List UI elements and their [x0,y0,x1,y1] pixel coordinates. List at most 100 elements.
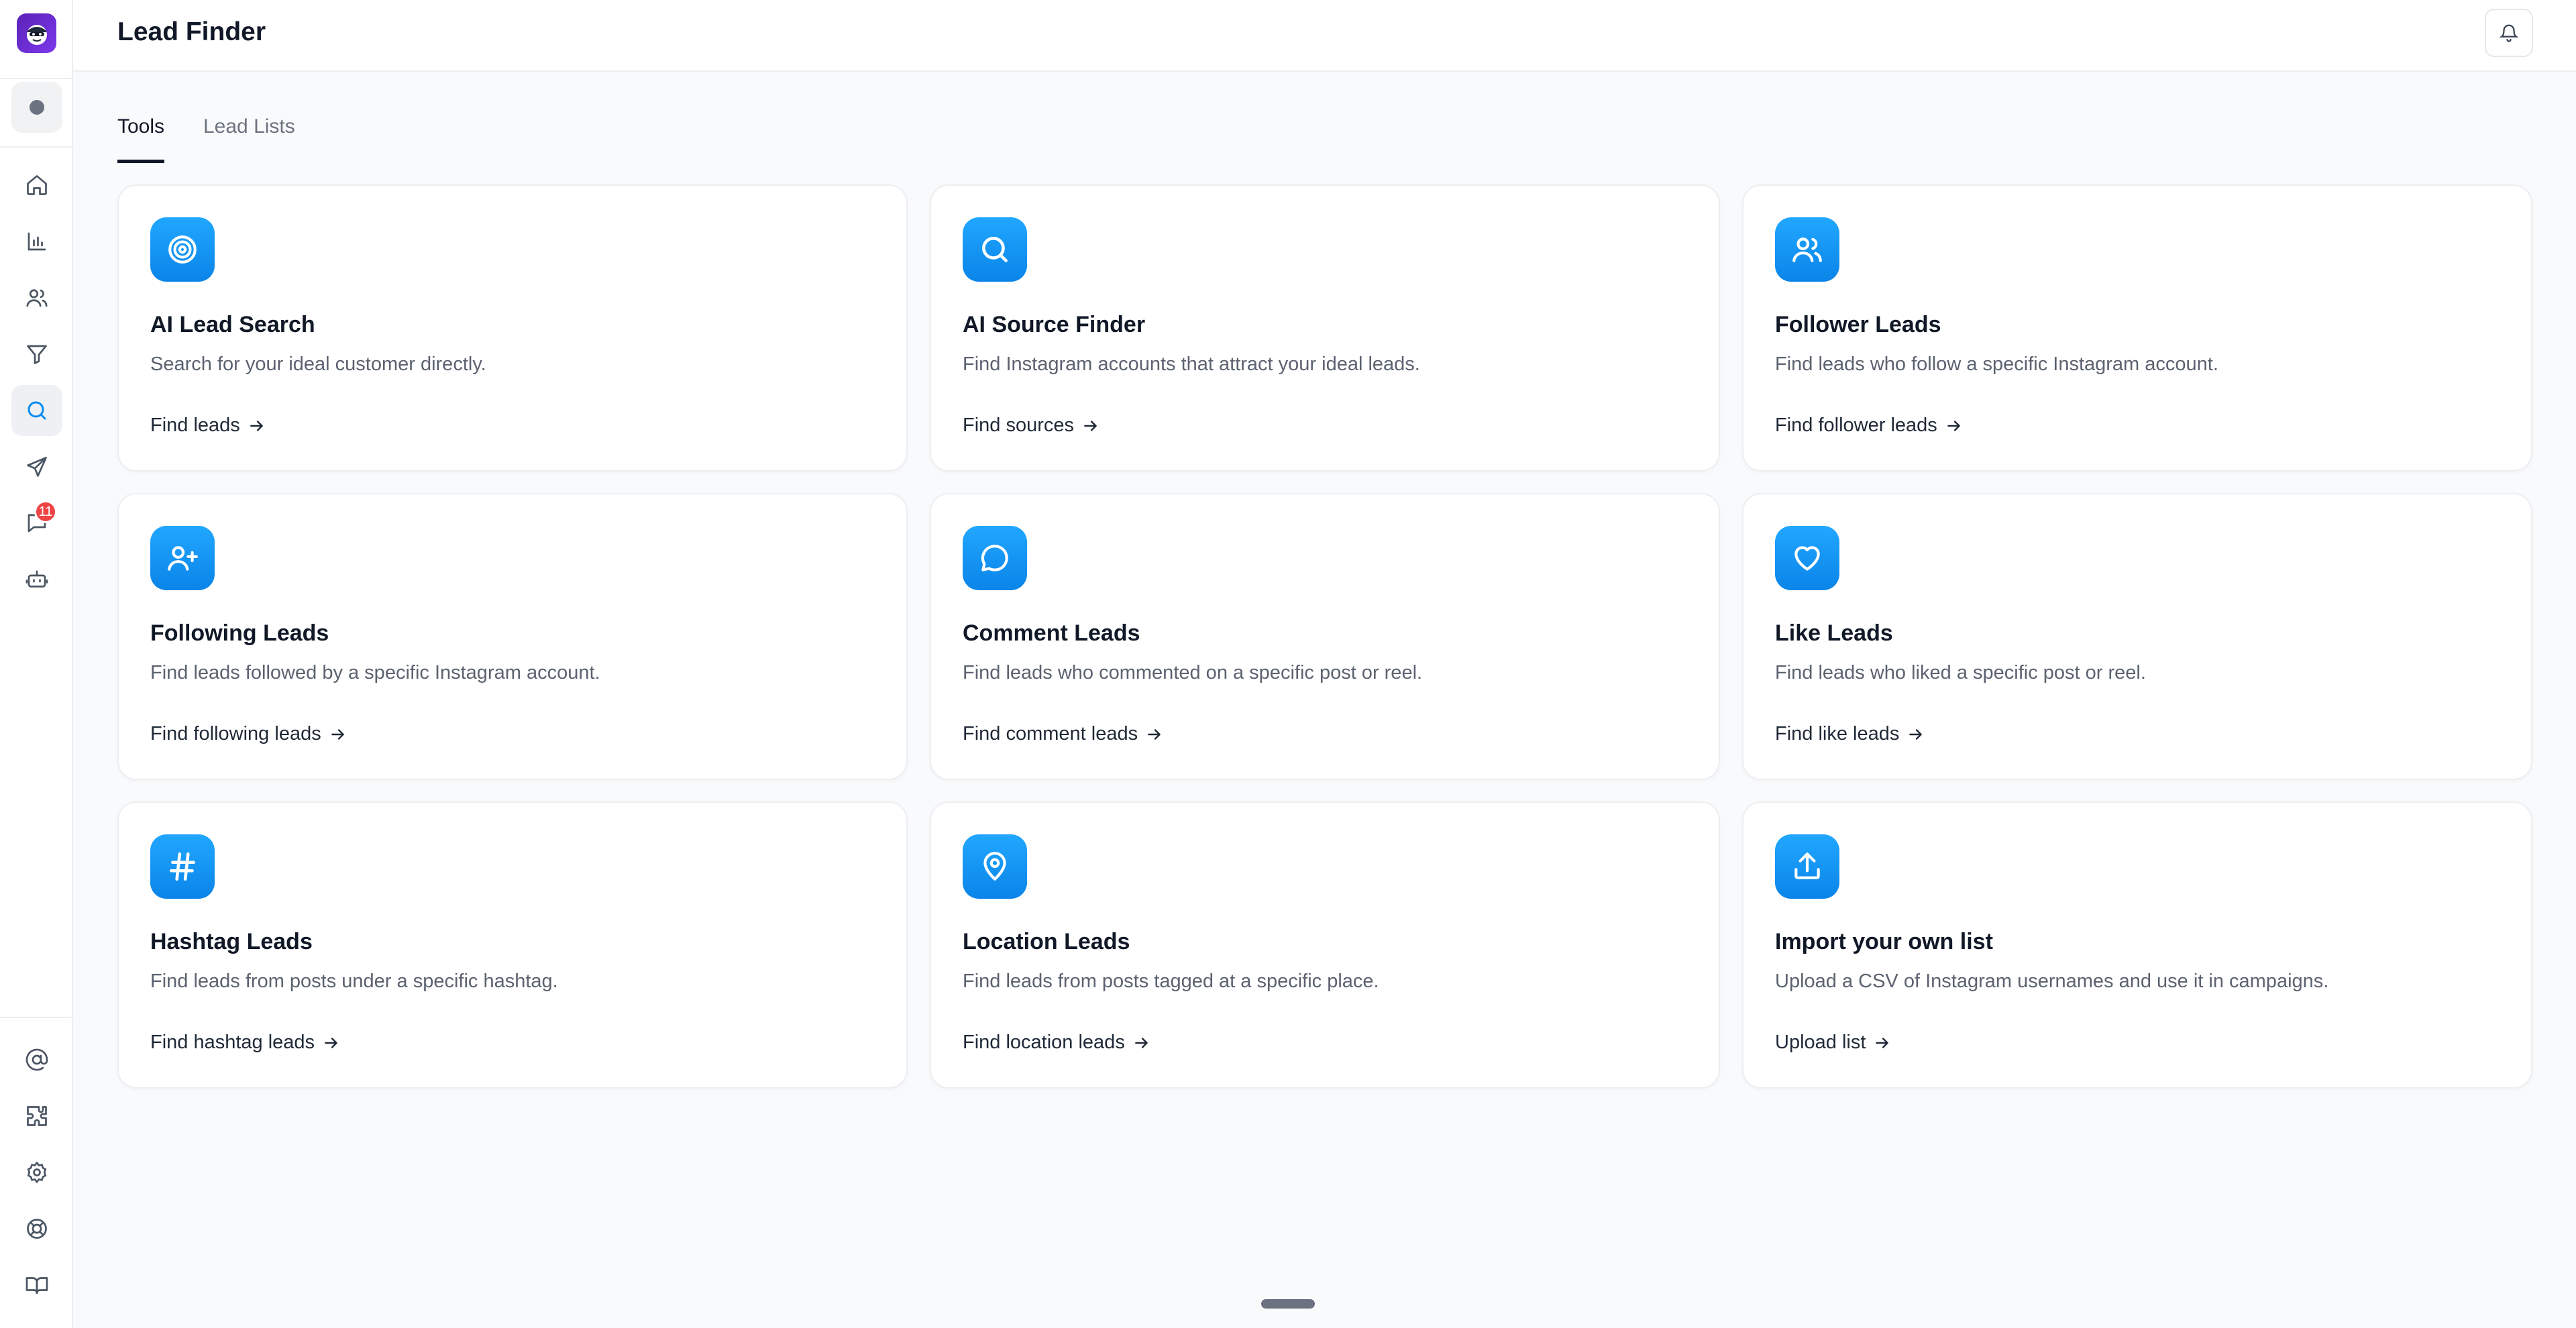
card-title: Hashtag Leads [150,929,313,954]
user-plus-icon [168,546,198,571]
card-description: Search for your ideal customer directly. [150,353,486,375]
upload-icon [1794,852,1820,879]
book-icon [25,1277,48,1294]
notifications-button[interactable] [2485,9,2533,57]
upload-list-link[interactable]: Upload list [1775,1032,1891,1054]
hashtag-icon [170,852,195,881]
sidebar-item-integrations[interactable] [11,1091,62,1142]
arrow-right-icon [250,420,263,431]
card-description: Find leads from posts tagged at a specif… [963,971,1379,992]
app-logo[interactable] [17,13,56,53]
tab-lead-lists[interactable]: Lead Lists [203,115,295,160]
map-pin-icon [983,852,1006,881]
find-hashtag-leads-link[interactable]: Find hashtag leads [150,1032,340,1054]
sidebar-divider [0,1017,72,1018]
tools-grid: AI Lead Search Search for your ideal cus… [117,184,2532,1089]
find-like-leads-link[interactable]: Find like leads [1775,723,1925,745]
target-icon [168,235,197,264]
card-description: Find leads who liked a specific post or … [1775,662,2146,683]
card-title: AI Lead Search [150,312,315,337]
card-link-label: Find following leads [150,723,321,744]
users-icon [1792,237,1822,262]
at-sign-icon [25,1048,48,1071]
card-link-label: Find leads [150,414,240,436]
top-header: Lead Finder [73,0,2576,72]
sidebar-item-contacts[interactable] [11,272,62,323]
find-leads-link[interactable]: Find leads [150,414,266,437]
tool-card-follower-leads[interactable]: Follower Leads Find leads who follow a s… [1742,184,2532,472]
search-icon [982,237,1008,262]
find-location-leads-link[interactable]: Find location leads [963,1032,1150,1054]
bot-icon [25,570,48,588]
heart-icon [1794,546,1820,571]
card-title: Like Leads [1775,620,1893,646]
bar-chart-icon [28,232,46,251]
funnel-icon [27,345,47,364]
sidebar-item-home[interactable] [11,160,62,211]
tool-card-like-leads[interactable]: Like Leads Find leads who liked a specif… [1742,493,2532,780]
arrow-right-icon [1947,420,1960,431]
sidebar-item-settings[interactable] [11,1147,62,1198]
card-title: AI Source Finder [963,312,1146,337]
card-description: Upload a CSV of Instagram usernames and … [1775,971,2329,992]
tool-card-hashtag-leads[interactable]: Hashtag Leads Find leads from posts unde… [117,801,908,1089]
tool-card-comment-leads[interactable]: Comment Leads Find leads who commented o… [930,493,1720,780]
tab-tools[interactable]: Tools [117,115,165,163]
find-follower-leads-link[interactable]: Find follower leads [1775,414,1963,437]
status-dot [30,100,44,115]
card-description: Find leads followed by a specific Instag… [150,662,600,683]
arrow-right-icon [1148,728,1161,740]
tool-card-ai-source-finder[interactable]: AI Source Finder Find Instagram accounts… [930,184,1720,472]
tool-card-following-leads[interactable]: Following Leads Find leads followed by a… [117,493,908,780]
card-description: Find leads who follow a specific Instagr… [1775,353,2218,375]
sidebar-item-automations[interactable] [11,554,62,605]
find-comment-leads-link[interactable]: Find comment leads [963,723,1163,745]
card-description: Find Instagram accounts that attract you… [963,353,1420,375]
card-link-label: Find comment leads [963,723,1138,744]
card-link-label: Find location leads [963,1032,1125,1053]
sidebar-item-docs[interactable] [11,1260,62,1311]
page-title: Lead Finder [117,17,266,46]
sidebar-item-lead-finder[interactable] [11,385,62,436]
tool-card-location-leads[interactable]: Location Leads Find leads from posts tag… [930,801,1720,1089]
arrow-right-icon [1084,420,1097,431]
sidebar-item-filters[interactable] [11,329,62,380]
card-title: Location Leads [963,929,1130,954]
sidebar-divider [0,78,72,79]
gear-icon [27,1161,47,1184]
comment-icon [981,545,1008,571]
arrow-right-icon [1909,728,1923,740]
search-icon [28,401,46,420]
status-indicator-button[interactable] [11,82,62,133]
card-link-label: Find hashtag leads [150,1032,315,1053]
sidebar-item-analytics[interactable] [11,216,62,267]
home-icon [27,175,47,195]
card-description: Find leads from posts under a specific h… [150,971,558,992]
users-icon [26,289,48,307]
sidebar-divider [0,146,72,148]
sidebar-item-campaigns[interactable] [11,441,62,492]
mascot-logo-icon [26,24,47,45]
send-icon [27,457,47,477]
arrow-right-icon [1876,1037,1889,1048]
arrow-right-icon [1134,1037,1148,1048]
find-sources-link[interactable]: Find sources [963,414,1099,437]
sidebar-item-mentions[interactable] [11,1034,62,1085]
bell-icon [2499,24,2519,42]
tool-card-import-list[interactable]: Import your own list Upload a CSV of Ins… [1742,801,2532,1089]
scroll-handle[interactable] [1261,1299,1315,1309]
card-link-label: Find like leads [1775,723,1900,744]
lifebuoy-icon [27,1219,47,1239]
sidebar: 11 [0,0,73,1328]
arrow-right-icon [325,1037,337,1048]
sidebar-item-support[interactable] [11,1203,62,1254]
sidebar-item-messages[interactable]: 11 [11,498,62,549]
find-following-leads-link[interactable]: Find following leads [150,723,347,745]
unread-badge: 11 [34,500,57,523]
card-description: Find leads who commented on a specific p… [963,662,1423,683]
card-title: Follower Leads [1775,312,1941,337]
card-title: Following Leads [150,620,329,646]
card-link-label: Find sources [963,414,1075,436]
tool-card-ai-lead-search[interactable]: AI Lead Search Search for your ideal cus… [117,184,908,472]
card-title: Import your own list [1775,929,1993,954]
